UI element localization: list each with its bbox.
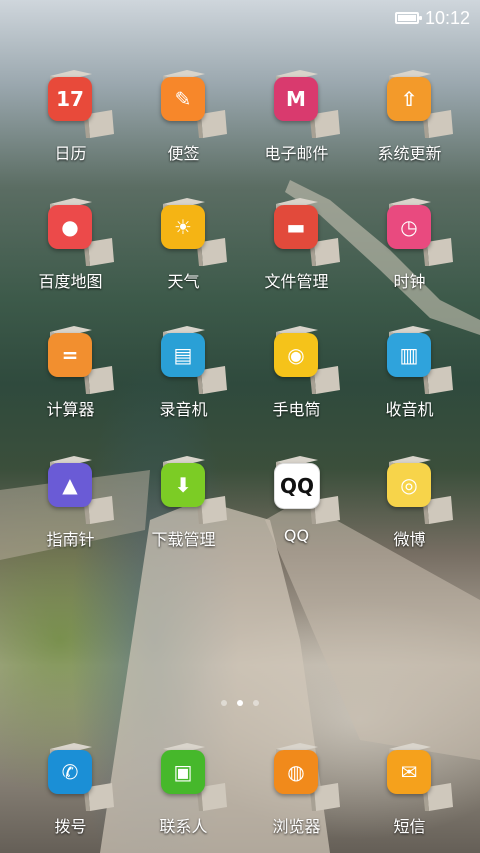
update-icon: ⇧ (387, 77, 431, 121)
calculator-icon: = (48, 333, 92, 377)
app-label: 短信 (393, 817, 426, 836)
page-indicator (0, 700, 480, 706)
qq-icon: QQ (274, 463, 320, 509)
app-label: 文件管理 (264, 272, 329, 291)
app-label: 拨号 (54, 817, 87, 836)
weather-icon: ☀ (161, 205, 205, 249)
sms-icon: ✉ (387, 750, 431, 794)
map-icon: ● (48, 205, 92, 249)
app-label: 百度地图 (38, 272, 103, 291)
app-label: 日历 (54, 144, 87, 163)
page-dot[interactable] (221, 700, 227, 706)
grid-app-update[interactable]: ⇧ 系统更新 (353, 62, 466, 172)
grid-app-map[interactable]: ● 百度地图 (14, 190, 127, 300)
calendar-icon: 17 (48, 77, 92, 121)
dock-app-contacts[interactable]: ▣ 联系人 (127, 735, 240, 845)
grid-app-clock[interactable]: ◷ 时钟 (353, 190, 466, 300)
page-dot-active[interactable] (237, 700, 243, 706)
grid-app-notes[interactable]: ✎ 便签 (127, 62, 240, 172)
grid-app-recorder[interactable]: ▤ 录音机 (127, 318, 240, 428)
grid-app-flashlight[interactable]: ◉ 手电筒 (240, 318, 353, 428)
recorder-icon: ▤ (161, 333, 205, 377)
app-label: 微博 (393, 530, 426, 549)
clock-icon: ◷ (387, 205, 431, 249)
phone-icon: ✆ (48, 750, 92, 794)
email-icon: M (274, 77, 318, 121)
grid-app-calculator[interactable]: = 计算器 (14, 318, 127, 428)
app-label: 手电筒 (272, 400, 321, 419)
browser-icon: ◍ (274, 750, 318, 794)
grid-app-compass[interactable]: ▲ 指南针 (14, 448, 127, 558)
grid-app-qq[interactable]: QQ QQ (240, 448, 353, 558)
grid-app-radio[interactable]: ▥ 收音机 (353, 318, 466, 428)
folder-icon: ▬ (274, 205, 318, 249)
grid-app-calendar[interactable]: 17 日历 (14, 62, 127, 172)
dock-app-browser[interactable]: ◍ 浏览器 (240, 735, 353, 845)
grid-app-weather[interactable]: ☀ 天气 (127, 190, 240, 300)
app-label: 联系人 (159, 817, 208, 836)
radio-icon: ▥ (387, 333, 431, 377)
contacts-icon: ▣ (161, 750, 205, 794)
app-label: 系统更新 (377, 144, 442, 163)
app-label: 指南针 (46, 530, 95, 549)
app-label: 计算器 (46, 400, 95, 419)
flashlight-icon: ◉ (274, 333, 318, 377)
grid-app-download[interactable]: ⬇ 下载管理 (127, 448, 240, 558)
notes-icon: ✎ (161, 77, 205, 121)
app-label: 收音机 (385, 400, 434, 419)
grid-app-weibo[interactable]: ◎ 微博 (353, 448, 466, 558)
app-label: 时钟 (393, 272, 426, 291)
app-label: 录音机 (159, 400, 208, 419)
grid-app-folder[interactable]: ▬ 文件管理 (240, 190, 353, 300)
dock-app-phone[interactable]: ✆ 拨号 (14, 735, 127, 845)
status-bar: 10:12 (394, 0, 480, 36)
status-time: 10:12 (424, 7, 470, 28)
app-label: QQ (283, 526, 310, 545)
app-label: 电子邮件 (264, 144, 329, 163)
app-label: 下载管理 (151, 530, 216, 549)
weibo-icon: ◎ (387, 463, 431, 507)
app-label: 浏览器 (272, 817, 321, 836)
dock-app-sms[interactable]: ✉ 短信 (353, 735, 466, 845)
app-label: 天气 (167, 272, 200, 291)
battery-icon (394, 12, 422, 24)
page-dot[interactable] (253, 700, 259, 706)
compass-icon: ▲ (48, 463, 92, 507)
grid-app-email[interactable]: M 电子邮件 (240, 62, 353, 172)
app-label: 便签 (167, 144, 200, 163)
download-icon: ⬇ (161, 463, 205, 507)
